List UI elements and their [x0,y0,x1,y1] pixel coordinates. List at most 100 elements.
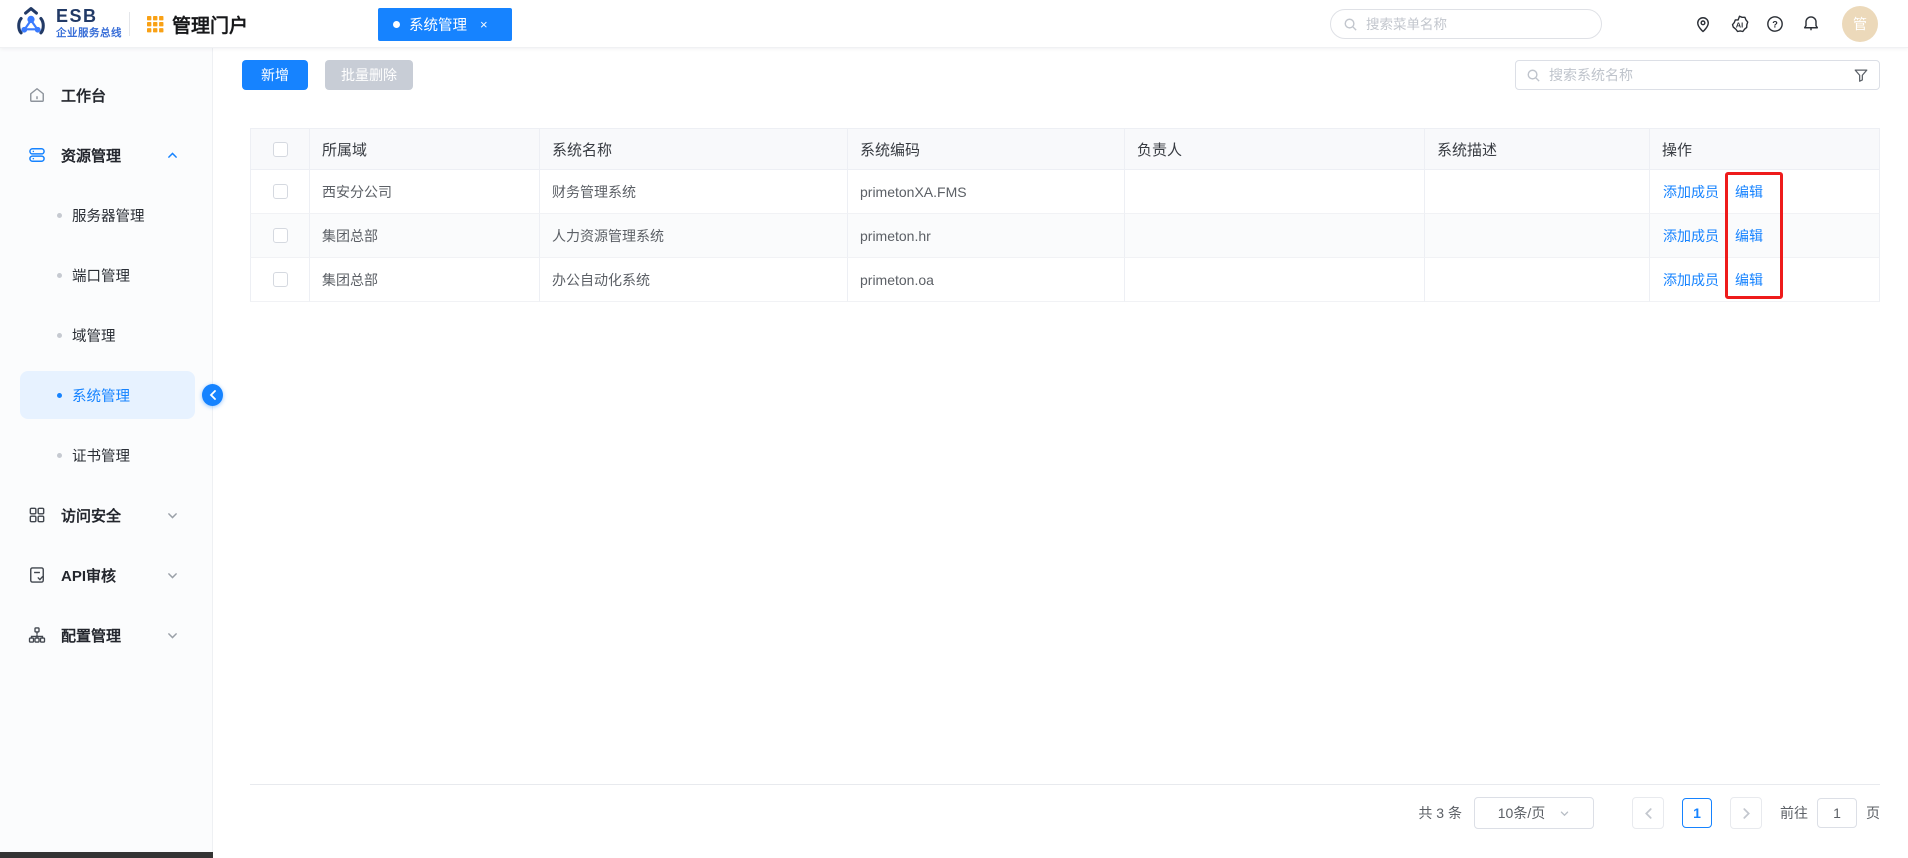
page-unit-label: 页 [1866,805,1880,821]
column-header-system-code: 系统编码 [848,128,1125,170]
cell-system-code: primeton.oa [848,258,1125,302]
cell-domain: 集团总部 [310,258,540,302]
total-count-label: 共 3 条 [1418,805,1462,821]
system-search [1515,60,1880,90]
cell-system-name: 人力资源管理系统 [540,214,848,258]
tab-label: 系统管理 [409,18,467,34]
menu-search-input[interactable] [1364,15,1589,33]
add-member-link[interactable]: 添加成员 [1663,182,1719,202]
location-pin-icon[interactable] [1692,13,1714,35]
server-icon [27,145,47,165]
sidebar-nav: 工作台 资源管理 服务器管理 端口管理 域管理 系统管理 证书管理 访问安全 A… [0,48,213,858]
sidebar-item-label: 系统管理 [72,388,130,405]
filter-funnel-icon[interactable] [1853,67,1869,83]
edit-link[interactable]: 编辑 [1735,182,1763,202]
svg-text:AI: AI [1735,20,1742,29]
sidebar-item-label: 工作台 [61,87,107,105]
bullet-dot-icon [57,392,62,398]
pagination-bar: 共 3 条 10条/页 1 前往 1 页 [250,784,1880,829]
bell-icon[interactable] [1800,13,1822,35]
header-divider [129,12,130,36]
sidebar-item-workbench[interactable]: 工作台 [0,71,212,119]
ai-assistant-icon[interactable]: AI [1728,13,1750,35]
tab-system-management[interactable]: 系统管理 × [378,8,512,41]
logo-subtitle: 企业服务总线 [56,27,122,40]
chevron-down-icon [166,629,179,642]
header-icon-group: AI ? [1692,0,1822,48]
add-member-link[interactable]: 添加成员 [1663,226,1719,246]
cell-domain: 集团总部 [310,214,540,258]
row-checkbox[interactable] [272,228,288,243]
sidebar-item-port-management[interactable]: 端口管理 [20,251,195,299]
next-page-button[interactable] [1730,797,1762,829]
row-checkbox[interactable] [272,272,288,287]
add-member-link[interactable]: 添加成员 [1663,270,1719,290]
cell-system-code: primeton.hr [848,214,1125,258]
cell-owner [1125,170,1425,214]
column-header-description: 系统描述 [1425,128,1650,170]
row-checkbox[interactable] [272,184,288,199]
sidebar-collapse-handle[interactable] [202,384,223,406]
chevron-down-icon [1559,808,1570,819]
column-header-actions: 操作 [1650,128,1880,170]
select-all-checkbox[interactable] [272,141,288,157]
systems-table: 所属域 系统名称 系统编码 负责人 系统描述 操作 西安分公司 财务管理系统 p… [250,128,1880,302]
sidebar-item-config-management[interactable]: 配置管理 [0,611,212,659]
grid-icon [27,505,47,525]
cell-system-name: 办公自动化系统 [540,258,848,302]
bullet-dot-icon [57,272,62,278]
cell-description [1425,258,1650,302]
avatar-label: 管 [1853,16,1867,32]
system-search-input[interactable] [1547,66,1847,84]
bullet-dot-icon [57,212,62,218]
sidebar-item-label: API审核 [61,567,117,585]
cell-owner [1125,258,1425,302]
goto-page-input[interactable] [1817,798,1857,828]
search-icon [1526,68,1541,83]
sidebar-item-label: 资源管理 [61,147,122,165]
prev-page-button[interactable] [1632,797,1664,829]
logo-title: ESB [56,6,98,27]
sitemap-icon [27,625,47,645]
add-button[interactable]: 新增 [242,60,308,90]
column-header-system-name: 系统名称 [540,128,848,170]
sidebar-item-label: 访问安全 [61,507,122,525]
page-size-select[interactable]: 10条/页 [1474,797,1594,829]
column-header-domain: 所属域 [310,128,540,170]
sidebar-item-api-review[interactable]: API审核 [0,551,212,599]
portal-grid-icon [147,15,164,33]
sidebar-item-domain-management[interactable]: 域管理 [20,311,195,359]
app-root: ESB 企业服务总线 管理门户 系统管理 × 搜索菜单名称 AI ? 管 工作台… [0,0,1908,858]
sidebar-item-label: 配置管理 [61,627,122,645]
search-icon [1343,17,1358,32]
cell-description [1425,170,1650,214]
table-row: 集团总部 人力资源管理系统 primeton.hr 添加成员 编辑 [250,214,1880,258]
sidebar-item-label: 证书管理 [72,448,130,465]
sidebar-item-label: 服务器管理 [72,208,145,225]
tab-close-icon[interactable]: × [480,18,488,31]
top-header: ESB 企业服务总线 管理门户 系统管理 × 搜索菜单名称 AI ? 管 [0,0,1908,48]
cell-system-code: primetonXA.FMS [848,170,1125,214]
sidebar-item-access-security[interactable]: 访问安全 [0,491,212,539]
page-1-button[interactable]: 1 [1682,798,1712,828]
cell-description [1425,214,1650,258]
home-icon [27,85,47,105]
table-header-row: 所属域 系统名称 系统编码 负责人 系统描述 操作 [250,128,1880,170]
edit-link[interactable]: 编辑 [1735,226,1763,246]
sidebar-item-server-management[interactable]: 服务器管理 [20,191,195,239]
edit-link[interactable]: 编辑 [1735,270,1763,290]
help-icon[interactable]: ? [1764,13,1786,35]
portal-title: 管理门户 [172,15,249,37]
esb-logo-icon [13,5,49,41]
bottom-edge-strip [0,852,213,858]
menu-search [1330,9,1602,39]
user-avatar[interactable]: 管 [1842,6,1878,42]
bullet-dot-icon [57,452,62,458]
batch-delete-button[interactable]: 批量删除 [325,60,413,90]
sidebar-item-certificate-management[interactable]: 证书管理 [20,431,195,479]
column-header-owner: 负责人 [1125,128,1425,170]
table-row: 集团总部 办公自动化系统 primeton.oa 添加成员 编辑 [250,258,1880,302]
sidebar-item-resource-management[interactable]: 资源管理 [0,131,212,179]
sidebar-item-system-management[interactable]: 系统管理 [20,371,195,419]
tab-active-dot [393,21,400,28]
